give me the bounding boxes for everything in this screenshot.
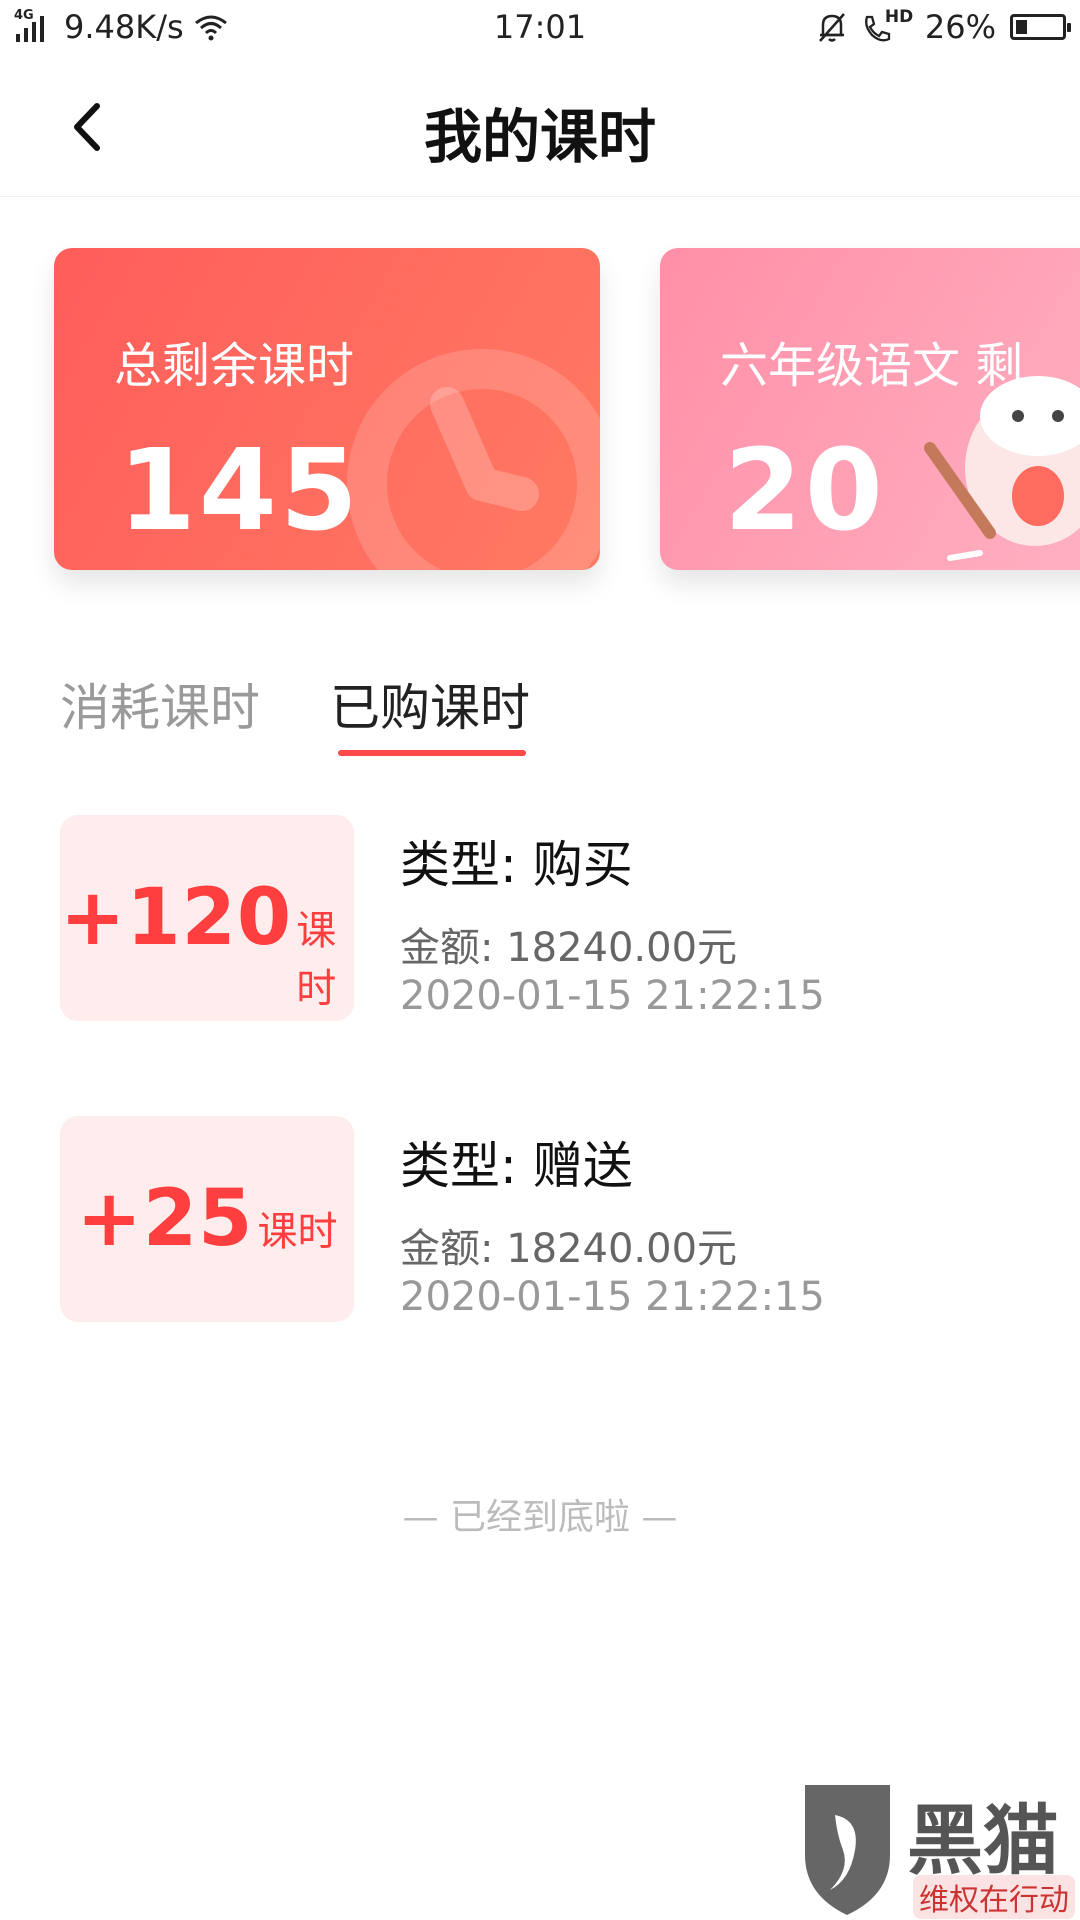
- record-amount: 金额: 18240.00元: [400, 1226, 738, 1272]
- end-of-list-hint: — 已经到底啦 —: [402, 1497, 678, 1538]
- battery-percent: 26%: [924, 8, 996, 46]
- status-bar: 4G 9.48K/s 17:01 HD 26%: [0, 0, 1080, 60]
- list-item[interactable]: +120 课时 类型: 购买 金额: 18240.00元 2020-01-15 …: [0, 815, 1080, 1025]
- list-item[interactable]: +25 课时 类型: 赠送 金额: 18240.00元 2020-01-15 2…: [0, 1116, 1080, 1326]
- watermark-subtext: 维权在行动: [913, 1875, 1075, 1919]
- subject-hours-card[interactable]: 六年级语文 剩 20: [660, 248, 1080, 570]
- record-amount: 金额: 18240.00元: [400, 925, 738, 971]
- total-hours-card: 总剩余课时 145: [54, 248, 600, 570]
- battery-icon: [1010, 14, 1071, 40]
- record-time: 2020-01-15 21:22:15: [400, 973, 825, 1019]
- hours-badge: +120 课时: [60, 815, 354, 1021]
- hours-badge: +25 课时: [60, 1116, 354, 1322]
- mute-bell-icon: [818, 13, 845, 42]
- hd-call-icon: HD: [861, 7, 913, 43]
- nav-bar: 我的课时: [0, 60, 1080, 197]
- card-label: 总剩余课时: [114, 338, 355, 394]
- battery-fill: [1016, 20, 1027, 34]
- hours-unit: 课时: [296, 908, 337, 1012]
- watermark-logo: 黑猫 维权在行动: [795, 1775, 1080, 1920]
- hours-delta: +120: [60, 873, 293, 963]
- hours-delta: +25: [76, 1174, 254, 1264]
- tab-purchased-hours[interactable]: 已购课时: [330, 668, 530, 740]
- record-type: 类型: 购买: [400, 836, 633, 894]
- watermark-text: 黑猫: [907, 1796, 1059, 1885]
- card-label: 六年级语文 剩: [720, 338, 1024, 394]
- hours-unit: 课时: [257, 1209, 338, 1255]
- page: 4G 9.48K/s 17:01 HD 26% 我的课时 总剩余课时 145 六…: [0, 0, 1080, 1920]
- hd-label: HD: [884, 7, 914, 27]
- page-title: 我的课时: [423, 103, 656, 171]
- card-value: 20: [724, 426, 886, 556]
- tab-consumed-hours[interactable]: 消耗课时: [60, 668, 260, 740]
- cat-shield-icon: [805, 1785, 890, 1915]
- record-time: 2020-01-15 21:22:15: [400, 1274, 825, 1320]
- clock-icon: [347, 349, 600, 570]
- card-value: 145: [118, 426, 361, 556]
- status-right: HD 26%: [817, 7, 1071, 46]
- hours-tabs: 消耗课时 已购课时: [0, 660, 1080, 770]
- record-type: 类型: 赠送: [400, 1137, 633, 1195]
- active-tab-indicator: [338, 750, 526, 756]
